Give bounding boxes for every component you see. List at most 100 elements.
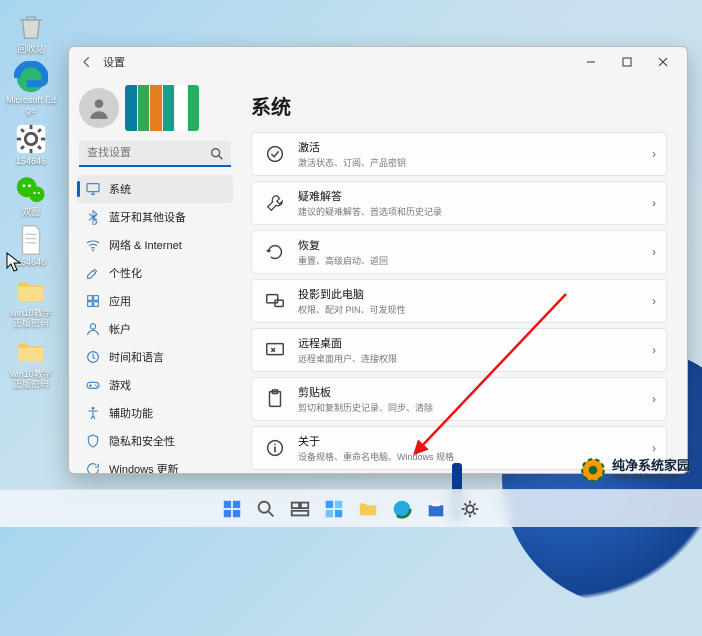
search-icon: [209, 146, 225, 162]
avatar-icon: [79, 88, 119, 128]
nav-label: 网络 & Internet: [109, 237, 182, 253]
maximize-button[interactable]: [609, 48, 645, 76]
chevron-right-icon: ›: [652, 147, 656, 161]
nav-label: 辅助功能: [109, 405, 153, 421]
network-icon: [85, 237, 101, 253]
nav-label: 游戏: [109, 377, 131, 393]
taskbar: [0, 489, 702, 527]
nav-item-accounts[interactable]: 帐户: [77, 315, 233, 343]
titlebar: 设置: [69, 47, 687, 77]
bluetooth-icon: [85, 209, 101, 225]
profile-header[interactable]: [77, 83, 233, 137]
tile-activation[interactable]: 激活激活状态、订阅、产品密钥›: [251, 132, 667, 176]
accounts-icon: [85, 321, 101, 337]
edge-icon: [14, 61, 48, 95]
nav-label: 应用: [109, 293, 131, 309]
tile-sub: 重置、高级启动、返回: [298, 254, 652, 267]
apps-icon: [85, 293, 101, 309]
start-button[interactable]: [216, 493, 248, 525]
nav-label: 时间和语言: [109, 349, 164, 365]
search-box[interactable]: [79, 141, 231, 167]
nav-label: 帐户: [109, 321, 131, 337]
settings-task-button[interactable]: [454, 493, 486, 525]
watermark-brand: 纯净系统家园: [612, 459, 690, 473]
nav-item-network[interactable]: 网络 & Internet: [77, 231, 233, 259]
privacy-icon: [85, 433, 101, 449]
nav-item-time-language[interactable]: 时间和语言: [77, 343, 233, 371]
widgets-button[interactable]: [318, 493, 350, 525]
nav-item-apps[interactable]: 应用: [77, 287, 233, 315]
task-view-button[interactable]: [284, 493, 316, 525]
personalization-icon: [85, 265, 101, 281]
tile-sub: 激活状态、订阅、产品密钥: [298, 156, 652, 169]
cursor-icon: [6, 252, 22, 272]
tile-sub: 建议的疑难解答、首选项和历史记录: [298, 205, 652, 218]
tile-troubleshoot[interactable]: 疑难解答建议的疑难解答、首选项和历史记录›: [251, 181, 667, 225]
recycle-bin-icon: [14, 10, 48, 44]
remote-desktop-icon: [264, 339, 286, 361]
tile-recovery[interactable]: 恢复重置、高级启动、返回›: [251, 230, 667, 274]
chevron-right-icon: ›: [652, 392, 656, 406]
edge-task-button[interactable]: [386, 493, 418, 525]
nav-item-personalization[interactable]: 个性化: [77, 259, 233, 287]
tile-projecting[interactable]: 投影到此电脑权限、配对 PIN、可发现性›: [251, 279, 667, 323]
sidebar: 系统蓝牙和其他设备网络 & Internet 个性化应用帐户时间和语言游戏辅助功能…: [69, 77, 237, 473]
nav-item-update[interactable]: Windows 更新: [77, 455, 233, 473]
nav-label: Windows 更新: [109, 461, 179, 473]
nav-label: 系统: [109, 181, 131, 197]
nav-item-gaming[interactable]: 游戏: [77, 371, 233, 399]
nav-item-system[interactable]: 系统: [77, 175, 233, 203]
settings-window: 设置 系统蓝牙和其他设备网络 & Internet 个性化应用帐户时间和语言游戏辅…: [68, 46, 688, 474]
desktop-folder-2[interactable]: win10教学正版密码: [6, 335, 56, 390]
watermark-url: www.yidaimei.com: [612, 472, 690, 481]
desktop-sys-1[interactable]: 154646: [6, 122, 56, 167]
projecting-icon: [264, 290, 286, 312]
minimize-button[interactable]: [573, 48, 609, 76]
wechat-icon: [14, 173, 48, 207]
chevron-right-icon: ›: [652, 245, 656, 259]
close-button[interactable]: [645, 48, 681, 76]
tile-clipboard[interactable]: 剪贴板剪切和复制历史记录、同步、清除›: [251, 377, 667, 421]
update-icon: [85, 461, 101, 473]
page-title: 系统: [251, 91, 667, 120]
nav-item-privacy[interactable]: 隐私和安全性: [77, 427, 233, 455]
store-button[interactable]: [420, 493, 452, 525]
content-area: 系统 激活激活状态、订阅、产品密钥›疑难解答建议的疑难解答、首选项和历史记录›恢…: [237, 77, 687, 473]
time-language-icon: [85, 349, 101, 365]
nav-label: 个性化: [109, 265, 142, 281]
back-button[interactable]: [77, 52, 97, 72]
desktop-icon-label: win10教学正版密码: [6, 370, 56, 390]
tile-title: 剪贴板: [298, 384, 652, 400]
nav-label: 隐私和安全性: [109, 433, 175, 449]
folder-icon: [14, 335, 48, 369]
desktop-icon-label: 154646: [6, 157, 56, 167]
nav-item-bluetooth[interactable]: 蓝牙和其他设备: [77, 203, 233, 231]
folder-icon: [14, 274, 48, 308]
about-icon: [264, 437, 286, 459]
chevron-right-icon: ›: [652, 294, 656, 308]
explorer-button[interactable]: [352, 493, 384, 525]
chevron-right-icon: ›: [652, 196, 656, 210]
desktop-folder-1[interactable]: win10教学正版密码: [6, 274, 56, 329]
desktop-icon-label: 双图: [6, 208, 56, 218]
desktop-icon-label: Microsoft Edge: [6, 96, 56, 116]
troubleshoot-icon: [264, 192, 286, 214]
system-icon: [85, 181, 101, 197]
nav-label: 蓝牙和其他设备: [109, 209, 186, 225]
desktop-icon-label: 回收站: [6, 45, 56, 55]
desktop-icon-label: win10教学正版密码: [6, 309, 56, 329]
search-task-button[interactable]: [250, 493, 282, 525]
tile-remote-desktop[interactable]: 远程桌面远程桌面用户、连接权限›: [251, 328, 667, 372]
accessibility-icon: [85, 405, 101, 421]
chevron-right-icon: ›: [652, 441, 656, 455]
clipboard-icon: [264, 388, 286, 410]
nav-item-accessibility[interactable]: 辅助功能: [77, 399, 233, 427]
tile-title: 恢复: [298, 237, 652, 253]
desktop-recycle-bin[interactable]: 回收站: [6, 10, 56, 55]
desktop-edge[interactable]: Microsoft Edge: [6, 61, 56, 116]
tile-sub: 剪切和复制历史记录、同步、清除: [298, 401, 652, 414]
desktop-wechat[interactable]: 双图: [6, 173, 56, 218]
tile-title: 疑难解答: [298, 188, 652, 204]
watermark: 纯净系统家园 www.yidaimei.com: [580, 457, 690, 483]
tile-title: 激活: [298, 139, 652, 155]
